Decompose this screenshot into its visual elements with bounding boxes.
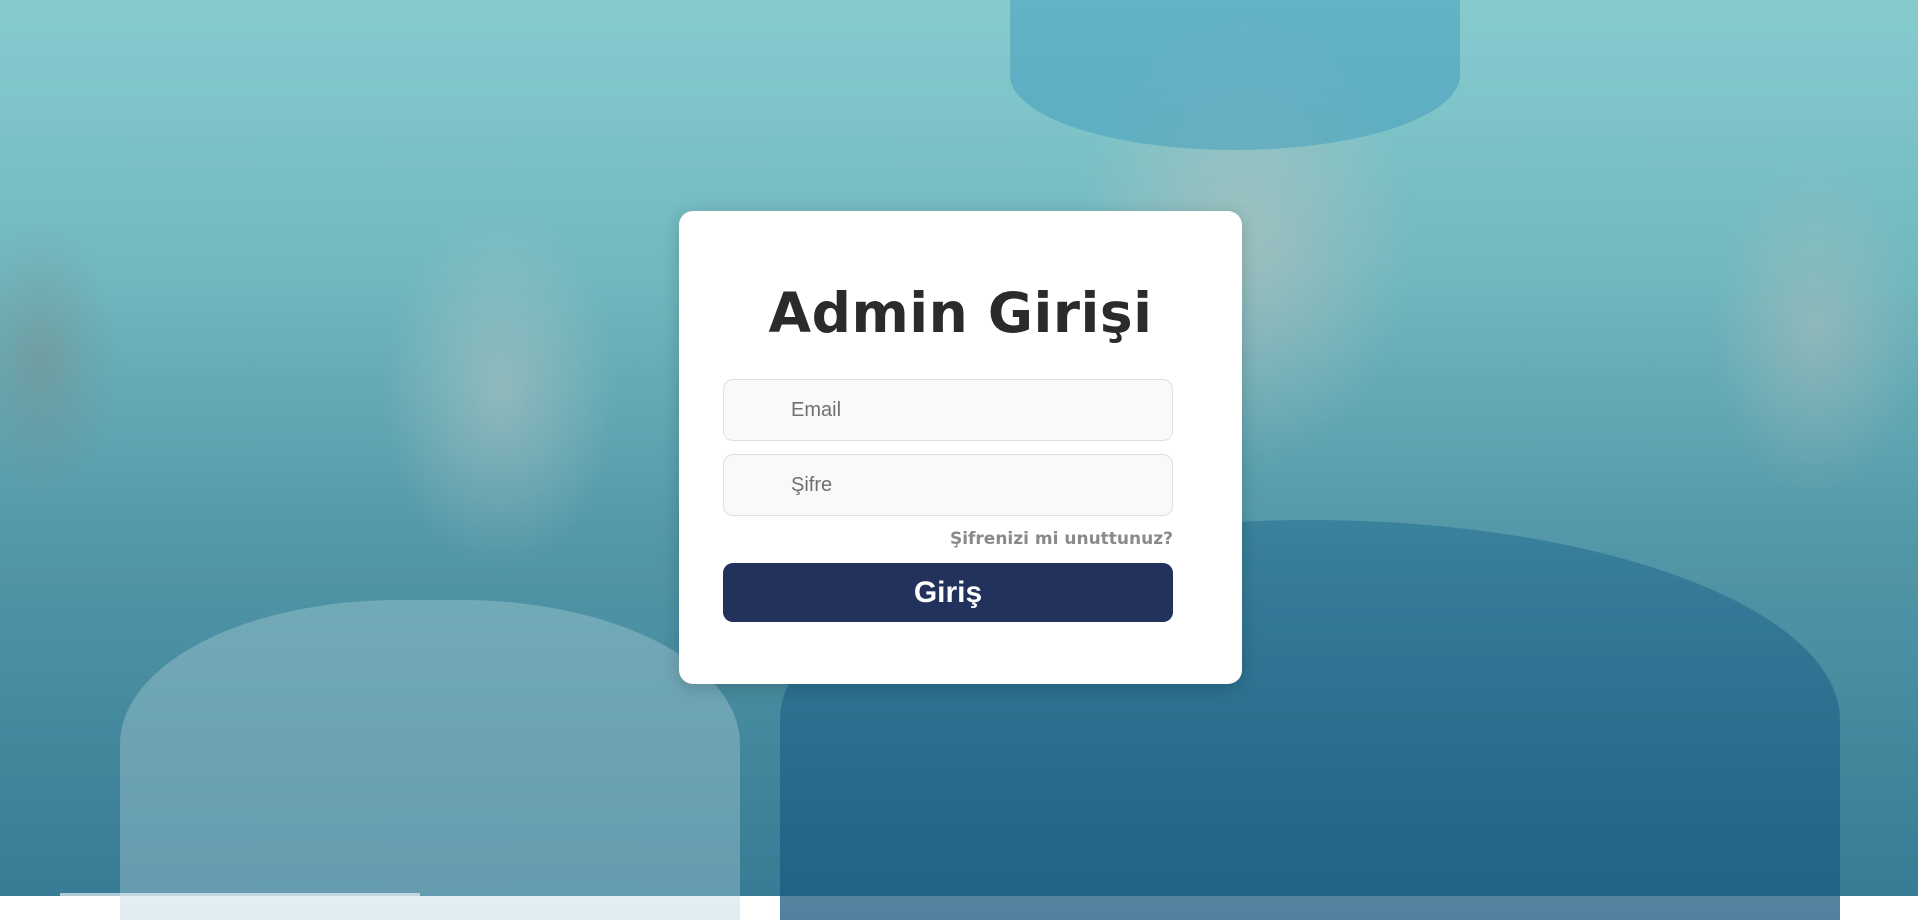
forgot-password-link[interactable]: Şifrenizi mi unuttunuz?: [950, 529, 1173, 549]
password-input[interactable]: [723, 454, 1173, 516]
page-title: Admin Girişi: [768, 281, 1153, 345]
login-card: Admin Girişi Şifrenizi mi unuttunuz? Gir…: [679, 211, 1242, 684]
email-input[interactable]: [723, 379, 1173, 441]
login-button[interactable]: Giriş: [723, 563, 1173, 622]
